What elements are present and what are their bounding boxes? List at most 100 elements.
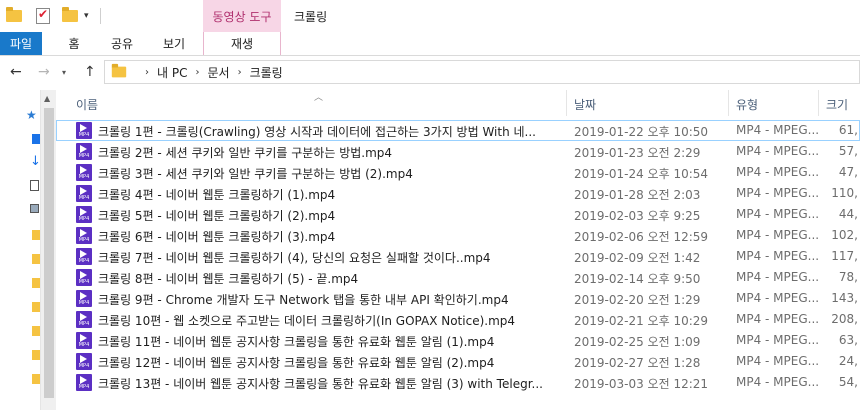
file-name: 크롤링 11편 - 네이버 웹툰 공지사항 크롤링을 통한 유료화 웹툰 알림 … — [98, 335, 495, 349]
title-bar: ▾ 동영상 도구 크롤링 — [0, 0, 860, 32]
folder-icon[interactable] — [6, 6, 22, 26]
file-type: MP4 - MPEG... — [736, 270, 820, 284]
file-size: 44, — [838, 207, 858, 221]
tab-play[interactable]: 재생 — [203, 32, 281, 55]
file-row[interactable]: 크롤링 11편 - 네이버 웹툰 공지사항 크롤링을 통한 유료화 웹툰 알림 … — [56, 330, 860, 351]
folder-icon[interactable] — [32, 278, 40, 288]
mp4-file-icon — [76, 185, 92, 202]
file-row[interactable]: 크롤링 8편 - 네이버 웹툰 크롤링하기 (5) - 끝.mp4 2019-02… — [56, 267, 860, 288]
properties-check-icon[interactable] — [36, 6, 50, 26]
file-size: 54, — [838, 375, 858, 389]
tab-view[interactable]: 보기 — [154, 32, 194, 55]
file-type: MP4 - MPEG... — [736, 291, 820, 305]
breadcrumb-crawling[interactable]: 크롤링 — [250, 64, 283, 81]
file-name: 크롤링 1편 - 크롤링(Crawling) 영상 시작과 데이터에 접근하는 … — [98, 125, 536, 139]
breadcrumb-separator-icon[interactable]: › — [145, 67, 149, 78]
quick-access-star-icon[interactable]: ★ — [26, 108, 37, 122]
file-row[interactable]: 크롤링 13편 - 네이버 웹툰 공지사항 크롤링을 통한 유료화 웹툰 알림 … — [56, 372, 860, 393]
pictures-icon[interactable] — [30, 204, 39, 213]
file-row[interactable]: 크롤링 12편 - 네이버 웹툰 공지사항 크롤링을 통한 유료화 웹툰 알림 … — [56, 351, 860, 372]
file-name: 크롤링 8편 - 네이버 웹툰 크롤링하기 (5) - 끝.mp4 — [98, 272, 359, 286]
column-header-size[interactable]: 크기 — [826, 96, 848, 114]
file-size: 117, — [831, 249, 858, 263]
file-row[interactable]: 크롤링 3편 - 세션 쿠키와 일반 쿠키를 구분하는 방법 (2).mp4 20… — [56, 162, 860, 183]
column-divider[interactable] — [728, 90, 729, 116]
file-type: MP4 - MPEG... — [736, 207, 820, 221]
file-row[interactable]: 크롤링 4편 - 네이버 웹툰 크롤링하기 (1).mp4 2019-01-28 … — [56, 183, 860, 204]
file-name: 크롤링 13편 - 네이버 웹툰 공지사항 크롤링을 통한 유료화 웹툰 알림 … — [98, 377, 543, 391]
file-name: 크롤링 6편 - 네이버 웹툰 크롤링하기 (3).mp4 — [98, 230, 336, 244]
file-date: 2019-02-06 오전 12:59 — [574, 230, 709, 244]
mp4-file-icon — [76, 143, 92, 160]
file-type: MP4 - MPEG... — [736, 186, 820, 200]
folder-icon[interactable] — [32, 302, 40, 312]
breadcrumb-separator-icon[interactable]: › — [238, 67, 242, 78]
file-row[interactable]: 크롤링 2편 - 세션 쿠키와 일반 쿠키를 구분하는 방법.mp4 2019-0… — [56, 141, 860, 162]
forward-arrow-icon[interactable]: → — [38, 64, 50, 80]
file-date: 2019-01-24 오후 10:54 — [574, 167, 709, 181]
file-date: 2019-02-20 오전 1:29 — [574, 293, 701, 307]
mp4-file-icon — [76, 227, 92, 244]
up-arrow-icon[interactable]: ↑ — [84, 64, 96, 80]
breadcrumb-documents[interactable]: 문서 — [207, 64, 229, 81]
divider — [100, 8, 101, 24]
folder-icon[interactable] — [32, 230, 40, 240]
context-tab-video-tools: 동영상 도구 — [203, 0, 281, 32]
file-date: 2019-01-23 오전 2:29 — [574, 146, 701, 160]
file-size: 47, — [838, 165, 858, 179]
scroll-up-arrow-icon[interactable]: ▲ — [44, 94, 50, 103]
file-size: 61, — [838, 123, 858, 137]
column-header-type[interactable]: 유형 — [736, 96, 758, 114]
mp4-file-icon — [76, 206, 92, 223]
file-type: MP4 - MPEG... — [736, 312, 820, 326]
file-type: MP4 - MPEG... — [736, 249, 820, 263]
documents-icon[interactable] — [30, 180, 39, 191]
file-date: 2019-03-03 오전 12:21 — [574, 377, 709, 391]
file-size: 24, — [838, 354, 858, 368]
tab-home[interactable]: 홈 — [56, 32, 92, 55]
file-row[interactable]: 크롤링 6편 - 네이버 웹툰 크롤링하기 (3).mp4 2019-02-06 … — [56, 225, 860, 246]
mp4-file-icon — [76, 269, 92, 286]
file-date: 2019-02-09 오전 1:42 — [574, 251, 701, 265]
folder-icon[interactable] — [32, 350, 40, 360]
file-date: 2019-02-14 오후 9:50 — [574, 272, 701, 286]
file-row[interactable]: 크롤링 1편 - 크롤링(Crawling) 영상 시작과 데이터에 접근하는 … — [56, 120, 860, 141]
file-type: MP4 - MPEG... — [736, 123, 820, 137]
customize-dropdown-icon[interactable]: ▾ — [84, 6, 89, 26]
folder-icon — [111, 63, 127, 78]
tab-share[interactable]: 공유 — [102, 32, 142, 55]
mp4-file-icon — [76, 122, 92, 139]
navigation-pane-scrollbar[interactable]: ▲ — [40, 90, 56, 410]
file-row[interactable]: 크롤링 10편 - 웹 소켓으로 주고받는 데이터 크롤링하기(In GOPAX… — [56, 309, 860, 330]
column-divider[interactable] — [566, 90, 567, 116]
file-row[interactable]: 크롤링 5편 - 네이버 웹툰 크롤링하기 (2).mp4 2019-02-03 … — [56, 204, 860, 225]
desktop-icon[interactable] — [32, 134, 40, 144]
file-name: 크롤링 10편 - 웹 소켓으로 주고받는 데이터 크롤링하기(In GOPAX… — [98, 314, 516, 328]
address-bar[interactable]: › 내 PC › 문서 › 크롤링 — [104, 60, 860, 84]
tab-file[interactable]: 파일 — [0, 32, 42, 55]
file-row[interactable]: 크롤링 7편 - 네이버 웹툰 크롤링하기 (4), 당신의 요청은 실패할 것… — [56, 246, 860, 267]
sort-ascending-icon: ︿ — [314, 93, 324, 103]
breadcrumb-separator-icon[interactable]: › — [195, 67, 199, 78]
column-divider[interactable] — [818, 90, 819, 116]
window-title: 크롤링 — [294, 10, 328, 24]
file-size: 208, — [831, 312, 858, 326]
folder-icon[interactable] — [32, 326, 40, 336]
file-type: MP4 - MPEG... — [736, 375, 820, 389]
column-header-date[interactable]: 날짜 — [574, 96, 596, 114]
column-header-name[interactable]: 이름 — [76, 96, 98, 114]
file-row[interactable]: 크롤링 9편 - Chrome 개발자 도구 Network 탭을 통한 내부 … — [56, 288, 860, 309]
back-arrow-icon[interactable]: ← — [10, 64, 22, 80]
file-date: 2019-02-21 오후 10:29 — [574, 314, 709, 328]
file-size: 57, — [838, 144, 858, 158]
breadcrumb-this-pc[interactable]: 내 PC — [157, 64, 187, 81]
new-folder-icon[interactable] — [62, 6, 78, 26]
folder-icon[interactable] — [32, 254, 40, 264]
mp4-file-icon — [76, 374, 92, 391]
file-size: 63, — [838, 333, 858, 347]
recent-locations-chevron-icon[interactable]: ▾ — [62, 68, 66, 77]
scrollbar-thumb[interactable] — [44, 108, 54, 398]
file-date: 2019-02-25 오전 1:09 — [574, 335, 701, 349]
folder-icon[interactable] — [32, 374, 40, 384]
mp4-file-icon — [76, 332, 92, 349]
